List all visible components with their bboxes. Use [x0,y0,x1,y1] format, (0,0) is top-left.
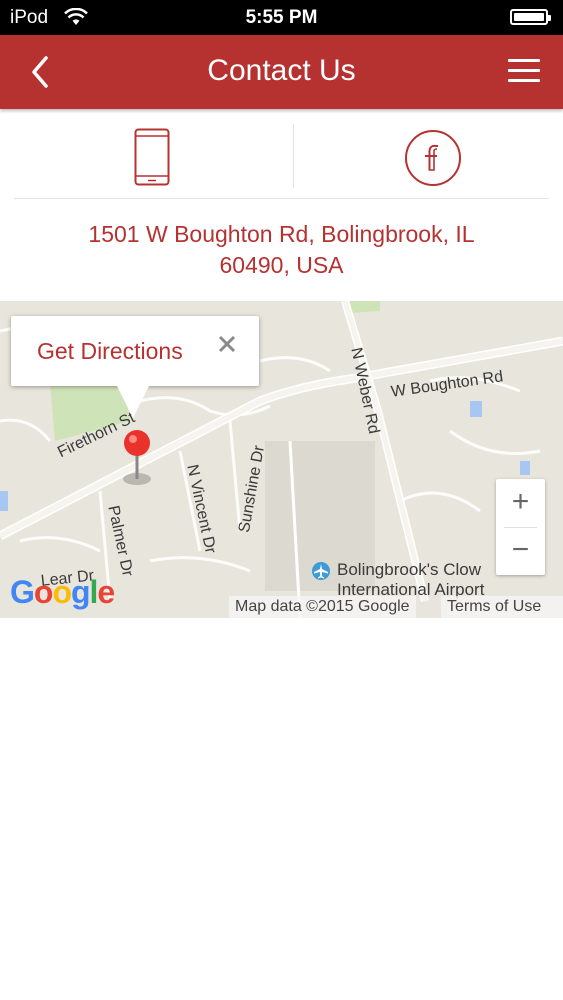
map-view[interactable]: W Boughton Rd N Weber Rd Firethorn St Su… [0,301,563,618]
nav-bar: Contact Us [0,35,563,109]
battery-icon [510,9,551,25]
get-directions-link[interactable]: Get Directions [37,338,183,365]
directions-popup: Get Directions [11,316,259,418]
status-bar: iPod 5:55 PM [0,0,563,35]
zoom-controls: + − [496,479,545,575]
google-logo: Google [10,574,115,610]
map-attribution: Map data ©2015 Google [229,596,416,618]
terms-of-use-link[interactable]: Terms of Use [441,596,563,618]
close-icon[interactable] [215,332,239,356]
address-text[interactable]: 1501 W Boughton Rd, Bolingbrook, IL 6049… [20,219,543,281]
address-line-2: 60490, USA [219,252,344,278]
zoom-in-button[interactable]: + [496,479,545,527]
page-title: Contact Us [207,54,356,87]
clock: 5:55 PM [245,7,318,28]
zoom-out-button[interactable]: − [496,527,545,575]
contact-icons-row [14,122,549,199]
icon-divider [293,124,294,188]
airport-icon [312,562,330,580]
popup-tail [116,384,150,418]
location-pin-icon[interactable] [116,429,160,489]
hamburger-menu-icon[interactable] [508,59,540,85]
phone-icon[interactable] [134,128,170,186]
facebook-icon[interactable] [404,129,462,187]
airport-label-1: Bolingbrook's Clow [337,560,482,579]
address-line-1: 1501 W Boughton Rd, Bolingbrook, IL [88,221,475,247]
